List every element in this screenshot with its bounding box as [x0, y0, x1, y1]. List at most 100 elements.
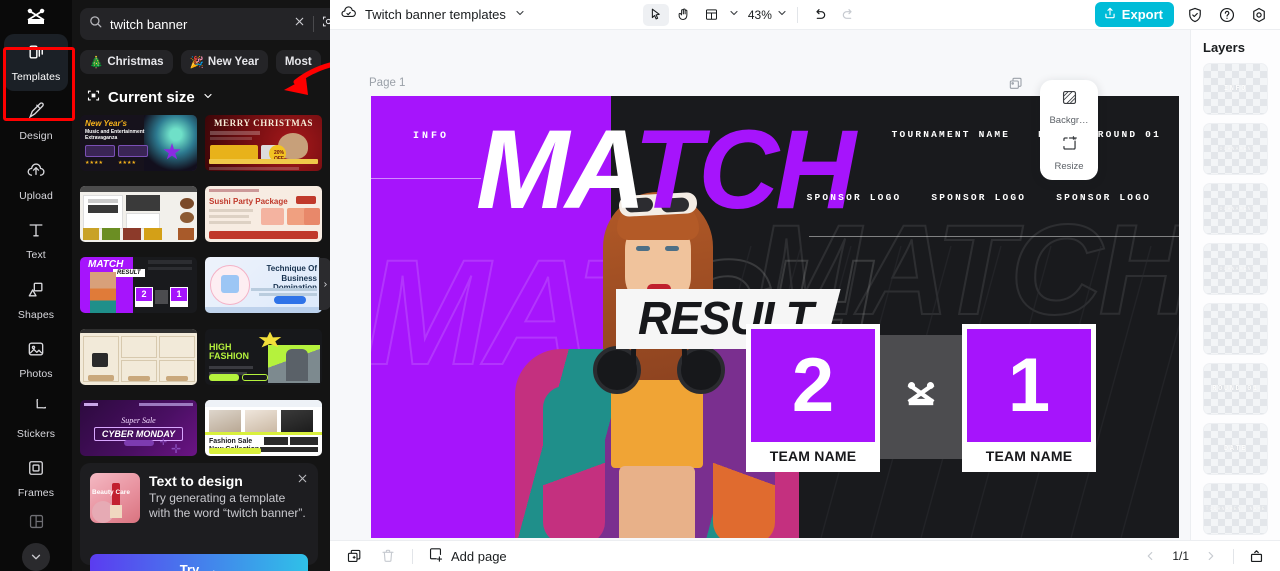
- chip-new-year[interactable]: 🎉 New Year: [180, 50, 268, 74]
- layer-item[interactable]: TOURNAMENT: [1203, 243, 1268, 295]
- top-toolbar: Twitch banner templates 43% Export: [330, 0, 1280, 30]
- artboard-sponsor-2: SPONSOR LOGO: [931, 192, 1027, 203]
- template-thumbnail[interactable]: New Year's Music and Entertainment Extra…: [80, 115, 197, 171]
- bottom-right: 1/1: [1140, 546, 1266, 566]
- layer-item[interactable]: TOURNAMENT: [1203, 183, 1268, 235]
- template-thumbnail[interactable]: MERRY CHRISTMAS 20%OFF: [205, 115, 322, 171]
- template-thumbnail[interactable]: [80, 328, 197, 385]
- current-size-dropdown[interactable]: Current size: [72, 80, 330, 113]
- hand-tool-button[interactable]: [671, 4, 697, 26]
- sidebar-item-label: Stickers: [16, 427, 56, 440]
- search-box[interactable]: [80, 8, 330, 40]
- background-tool-button[interactable]: Backgr…: [1042, 88, 1096, 126]
- promo-title: Text to design: [149, 473, 243, 489]
- stickers-icon: [26, 393, 52, 424]
- layer-item[interactable]: TOURNAMENT NAME: [1203, 483, 1268, 535]
- duplicate-icon[interactable]: [344, 546, 364, 566]
- present-icon[interactable]: [1246, 546, 1266, 566]
- template-thumbnail[interactable]: Sushi Party Package: [205, 186, 322, 243]
- chevron-down-icon[interactable]: [514, 6, 526, 24]
- export-button[interactable]: Export: [1094, 2, 1174, 27]
- resize-tool-button[interactable]: Resize: [1042, 134, 1096, 172]
- document-title[interactable]: Twitch banner templates: [365, 7, 506, 22]
- layer-item[interactable]: INFO: [1203, 63, 1268, 115]
- help-icon[interactable]: [1216, 4, 1238, 26]
- promo-thumbnail: Beauty Care: [90, 473, 140, 523]
- close-icon[interactable]: [296, 472, 309, 490]
- canvas-area[interactable]: Page 1 MATCH MATCH: [330, 30, 1190, 540]
- chevron-down-icon[interactable]: [728, 6, 740, 24]
- template-thumbnail[interactable]: Fashion SaleNew Collection: [205, 399, 322, 456]
- try-label: Try: [179, 561, 200, 571]
- sidebar-item-text[interactable]: Text: [4, 212, 68, 269]
- sidebar-item-label: Text: [26, 249, 46, 262]
- layer-label: DATE: [1223, 445, 1248, 453]
- text-icon: [26, 220, 46, 245]
- sidebar-item-frames[interactable]: Frames: [4, 450, 68, 507]
- select-tool-button[interactable]: [642, 3, 669, 26]
- layer-item[interactable]: [1203, 303, 1268, 355]
- layer-item[interactable]: TOURNAMENT: [1203, 123, 1268, 175]
- current-size-label: Current size: [108, 89, 195, 106]
- chip-christmas[interactable]: 🎄 Christmas: [80, 50, 173, 74]
- layer-item[interactable]: ROUND 01: [1203, 363, 1268, 415]
- redo-button[interactable]: [835, 4, 861, 26]
- sidebar-item-design[interactable]: Design: [4, 93, 68, 150]
- undo-button[interactable]: [807, 4, 833, 26]
- promo-thumb-caption: Beauty Care: [92, 489, 130, 496]
- close-icon[interactable]: [293, 15, 306, 33]
- chip-most[interactable]: Most: [275, 50, 321, 74]
- layer-item[interactable]: DATE: [1203, 423, 1268, 475]
- template-thumbnail[interactable]: MATCH RESULT 2 1: [80, 257, 197, 314]
- panel-collapse-icon[interactable]: [319, 258, 330, 310]
- sidebar-item-shapes[interactable]: Shapes: [4, 272, 68, 329]
- templates-icon: [26, 42, 46, 67]
- canvas-stage: Page 1 MATCH MATCH: [330, 30, 1280, 540]
- bottom-divider: [1233, 548, 1234, 564]
- template-thumbnail[interactable]: Technique Of Business Domination: [205, 257, 322, 314]
- expand-sidebar-button[interactable]: [22, 543, 50, 571]
- duplicate-page-icon[interactable]: [1008, 76, 1024, 97]
- chip-label: Most: [284, 56, 312, 68]
- search-input[interactable]: [110, 16, 286, 32]
- add-page-button[interactable]: Add page: [427, 546, 507, 566]
- resize-icon: [1060, 134, 1079, 158]
- shield-icon[interactable]: [1184, 4, 1206, 26]
- artboard-meta-divider: [809, 236, 1179, 237]
- sidebar-item-label: Templates: [11, 70, 61, 83]
- background-tool-label: Backgr…: [1049, 115, 1089, 126]
- layout-tool-button[interactable]: [699, 4, 725, 26]
- score-left-value: 2: [751, 329, 875, 442]
- template-thumbnail[interactable]: HIGH FASHION: [205, 328, 322, 385]
- filter-chips: 🎄 Christmas 🎉 New Year Most: [72, 44, 330, 80]
- text-to-design-promo: Beauty Care Text to design Try generatin…: [80, 463, 318, 571]
- layers-list: INFO TOURNAMENT TOURNAMENT TOURNAMENT RO…: [1191, 63, 1280, 540]
- sidebar-item-upload[interactable]: Upload: [4, 153, 68, 210]
- chevron-down-icon[interactable]: [776, 6, 788, 24]
- layer-label: TOURNAMENT: [1215, 146, 1256, 152]
- templates-grid: New Year's Music and Entertainment Extra…: [72, 113, 330, 465]
- main-area: Twitch banner templates 43% Export Page …: [330, 0, 1280, 571]
- cloud-saved-icon[interactable]: [340, 4, 357, 26]
- photos-icon: [26, 339, 46, 364]
- template-thumbnail[interactable]: [80, 186, 197, 243]
- sidebar-item-grid[interactable]: [4, 510, 68, 540]
- search-icon: [88, 14, 103, 34]
- sidebar-item-label: Design: [19, 130, 53, 143]
- sidebar-item-stickers[interactable]: Stickers: [4, 391, 68, 448]
- template-thumbnail[interactable]: Super Sale CYBER MONDAY ✛ ✛: [80, 399, 197, 456]
- artboard-scoreboard: 2 TEAM NAME 1 TEAM NAME: [746, 324, 1096, 472]
- chevron-right-icon[interactable]: [1201, 546, 1221, 566]
- layer-label: TOURNAMENT: [1215, 206, 1256, 212]
- chevron-left-icon[interactable]: [1140, 546, 1160, 566]
- sidebar-item-templates[interactable]: Templates: [4, 33, 68, 92]
- sidebar-item-label: Frames: [17, 487, 55, 500]
- sidebar-item-photos[interactable]: Photos: [4, 331, 68, 388]
- zoom-level[interactable]: 43%: [742, 8, 774, 22]
- trash-icon[interactable]: [378, 546, 398, 566]
- capcut-logo-icon[interactable]: [0, 0, 72, 34]
- templates-panel: 🎄 Christmas 🎉 New Year Most Current size: [72, 0, 330, 571]
- image-search-icon[interactable]: [321, 14, 330, 34]
- try-button[interactable]: Try →: [90, 554, 308, 571]
- gear-icon[interactable]: [1248, 4, 1270, 26]
